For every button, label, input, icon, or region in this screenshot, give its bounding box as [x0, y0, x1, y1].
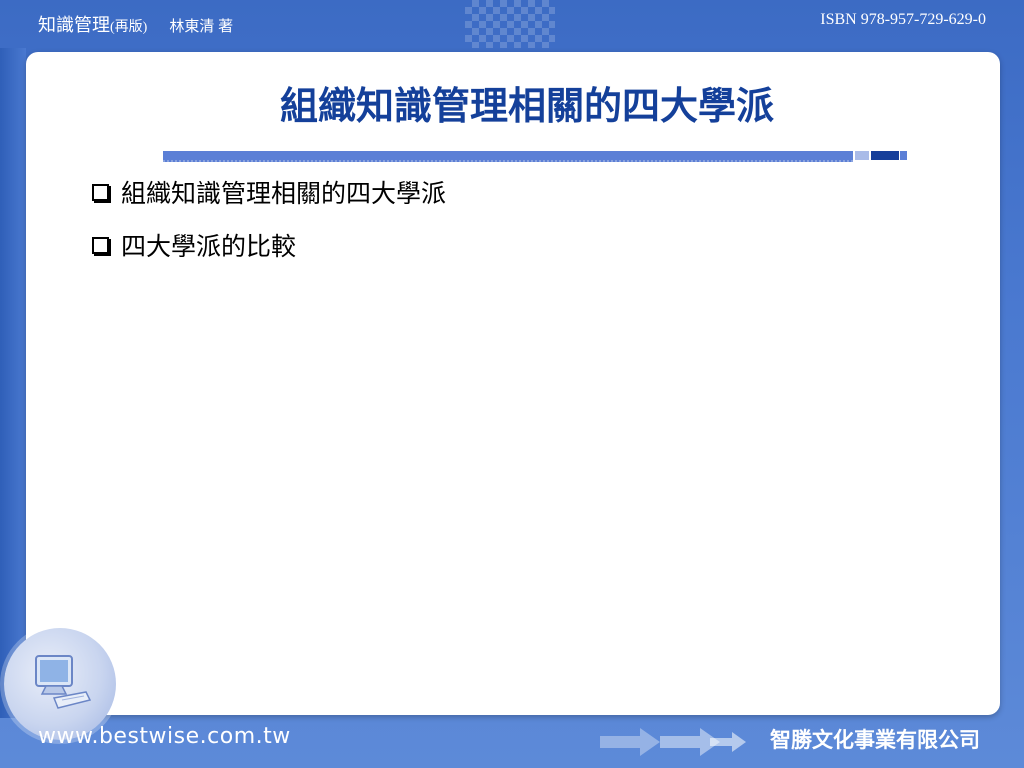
- left-frame-strip: [0, 48, 26, 718]
- title-underline: [163, 151, 853, 162]
- checker-pattern: [465, 0, 555, 48]
- book-author: 林東清 著: [169, 19, 234, 35]
- book-edition: (再版): [110, 20, 148, 35]
- bullet-list: 組織知識管理相關的四大學派 四大學派的比較: [92, 172, 446, 278]
- title-underline-accent-dark: [871, 151, 899, 160]
- publisher-name: 智勝文化事業有限公司: [770, 728, 980, 752]
- book-title-text: 知識管理: [38, 15, 110, 35]
- header-bar: 知識管理(再版) 林東清 著 ISBN 978-957-729-629-0: [0, 0, 1024, 48]
- checkbox-bullet-icon: [92, 183, 109, 201]
- title-underline-accent-light: [855, 151, 869, 160]
- arrow-icon: [600, 728, 746, 756]
- bullet-item: 組織知識管理相關的四大學派: [92, 172, 446, 212]
- bullet-text: 組織知識管理相關的四大學派: [121, 181, 447, 208]
- website-url: www.bestwise.com.tw: [38, 724, 291, 749]
- computer-monitor-icon: [35, 655, 92, 709]
- slide-title: 組織知識管理相關的四大學派: [279, 84, 774, 128]
- checkbox-bullet-icon: [92, 236, 109, 254]
- bullet-item: 四大學派的比較: [92, 225, 446, 265]
- bullet-text: 四大學派的比較: [121, 234, 297, 261]
- isbn-label: ISBN 978-957-729-629-0: [820, 11, 986, 28]
- book-title: 知識管理(再版) 林東清 著: [38, 11, 233, 37]
- title-underline-accent-end: [900, 151, 907, 160]
